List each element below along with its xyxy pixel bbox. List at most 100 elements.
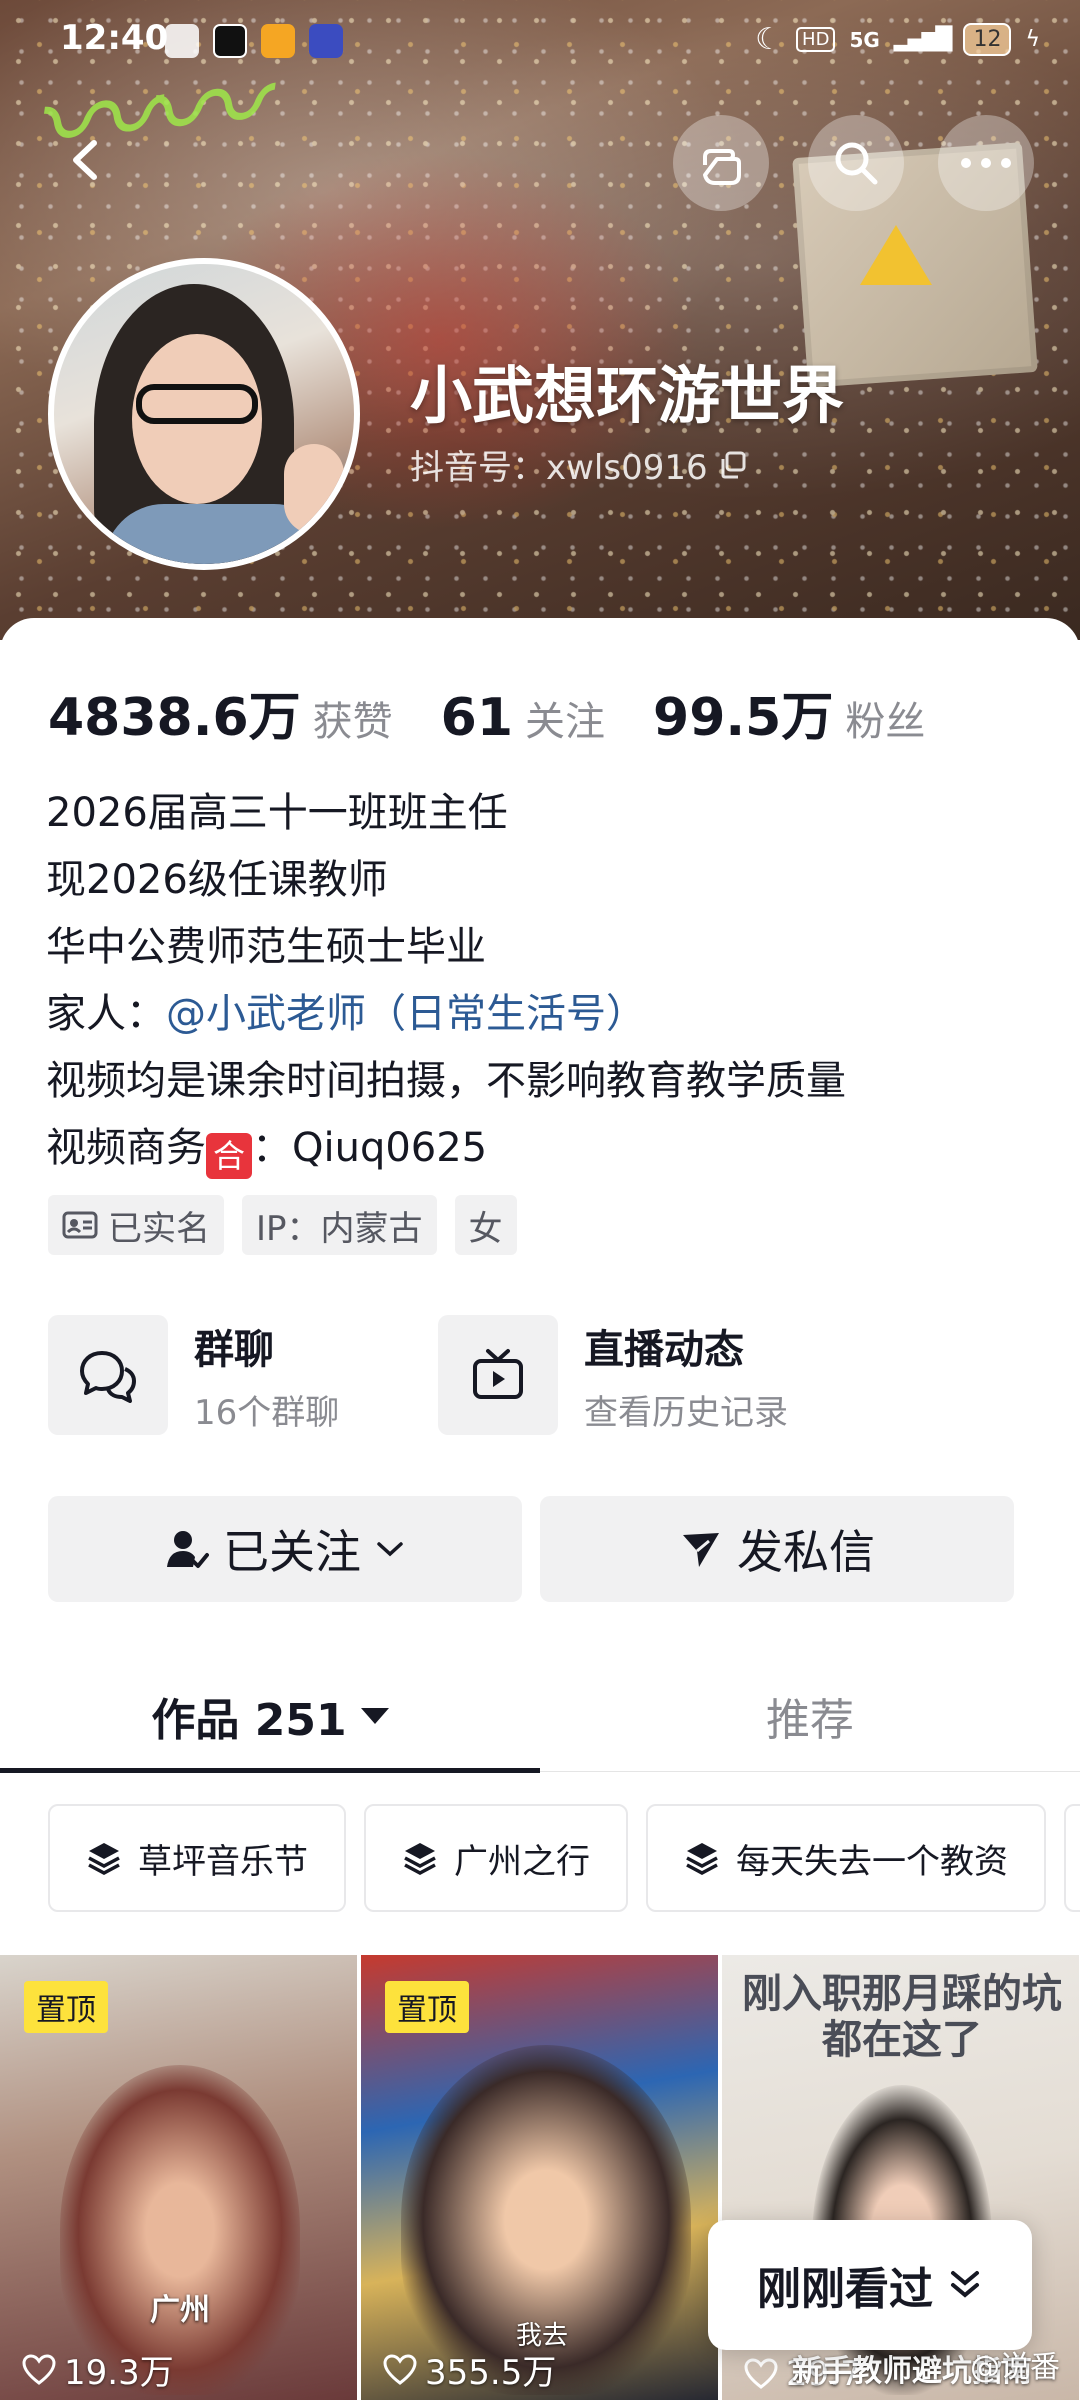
- status-bar: 12:40 ☾ HD 5G ▂▄▆█ 12 ϟ: [0, 0, 1080, 80]
- tag-gender: 女: [454, 1195, 517, 1255]
- more-button[interactable]: [938, 115, 1034, 211]
- card-title: 群聊: [194, 1326, 274, 1373]
- tab-works[interactable]: 作品 251: [0, 1660, 540, 1772]
- moon-icon: ☾: [755, 22, 783, 57]
- video-thumbnail[interactable]: 置顶 广州 19.3万: [0, 1955, 357, 2400]
- heart-icon: [22, 2353, 56, 2385]
- following-label[interactable]: 关注: [525, 689, 605, 747]
- bio: 2026届高三十一班班主任 现2026级任课教师 华中公费师范生硕士毕业 家人：…: [46, 780, 846, 1182]
- douyin-id[interactable]: 抖音号：xwls0916: [410, 440, 748, 489]
- he-badge-icon: 合: [206, 1133, 252, 1179]
- chat-bubble-icon: [80, 1351, 136, 1403]
- collection-label: 每天失去一个教资: [736, 1841, 1008, 1882]
- tag-ip: IP：内蒙古: [242, 1195, 437, 1255]
- tag-verified: 已实名: [48, 1195, 224, 1255]
- send-icon: [683, 1533, 719, 1567]
- layers-icon: [686, 1843, 718, 1875]
- recently-viewed-label: 刚刚看过: [757, 2264, 933, 2315]
- bio-mention-link[interactable]: @小武老师（日常生活号）: [166, 991, 646, 1037]
- gesture-button[interactable]: [673, 115, 769, 211]
- notification-icons: [165, 24, 343, 58]
- followers-label[interactable]: 粉丝: [845, 689, 925, 747]
- tab-recommend[interactable]: 推荐: [540, 1660, 1080, 1772]
- hand-pointer-icon: [703, 149, 741, 185]
- followers-count[interactable]: 99.5万: [653, 675, 833, 750]
- content-tabs: 作品 251 推荐: [0, 1660, 1080, 1773]
- avatar-glasses: [136, 384, 258, 424]
- likes-count: 4838.6万: [48, 688, 301, 748]
- live-history-card[interactable]: 直播动态 查看历史记录: [438, 1315, 828, 1435]
- pinned-badge: 置顶: [385, 1981, 469, 2033]
- battery-indicator: 12: [963, 23, 1012, 56]
- warning-sign-icon: [860, 225, 932, 285]
- id-card-icon: [62, 1211, 98, 1239]
- avatar-hand: [284, 444, 344, 534]
- tag-label: 女: [468, 1208, 503, 1249]
- bio-line: 家人：@小武老师（日常生活号）: [46, 981, 846, 1048]
- chevron-down-icon: [377, 1542, 403, 1557]
- wechat-icon: [165, 24, 199, 58]
- card-icon-box: [48, 1315, 168, 1435]
- heart-icon: [744, 2358, 778, 2389]
- likes-count-text: 355.5万: [425, 2353, 557, 2393]
- video-thumbnail[interactable]: 置顶 我去 355.5万: [361, 1955, 718, 2400]
- weibo-icon: [261, 24, 295, 58]
- douyin-id-text: 抖音号：xwls0916: [410, 448, 708, 488]
- recently-viewed-button[interactable]: 刚刚看过: [708, 2220, 1032, 2350]
- card-subtitle: 查看历史记录: [584, 1392, 788, 1433]
- collection-chip[interactable]: 草坪音乐节: [48, 1804, 346, 1912]
- bio-line: 视频均是课余时间拍摄，不影响教育教学质量: [46, 1058, 846, 1104]
- stats-row: 4838.6万 获赞 61 关注 99.5万 粉丝: [48, 675, 973, 750]
- avatar[interactable]: [48, 258, 360, 570]
- charging-icon: ϟ: [1025, 27, 1040, 52]
- signal-icon: ▂▄▆█: [893, 27, 953, 52]
- layers-icon: [404, 1843, 436, 1875]
- likes-label: 获赞: [312, 699, 393, 745]
- video-app-icon: [309, 24, 343, 58]
- card-subtitle: 16个群聊: [194, 1392, 340, 1433]
- watermark: @说番: [970, 2350, 1060, 2385]
- bio-business-label: 视频商务: [46, 1125, 206, 1171]
- followed-button[interactable]: 已关注: [48, 1496, 522, 1602]
- tag-label: IP：内蒙古: [256, 1208, 423, 1249]
- collections-row: 草坪音乐节 广州之行 每天失去一个教资: [48, 1804, 1080, 1912]
- profile-tags: 已实名 IP：内蒙古 女: [48, 1195, 517, 1255]
- message-label: 发私信: [737, 1525, 875, 1579]
- feature-cards: 群聊 16个群聊 直播动态 查看历史记录: [48, 1315, 828, 1435]
- tab-recommend-label: 推荐: [766, 1695, 854, 1746]
- video-likes: 355.5万: [383, 2345, 556, 2394]
- heart-icon: [383, 2353, 417, 2385]
- collection-chip[interactable]: 广州之行: [364, 1804, 628, 1912]
- collection-chip[interactable]: 每天失去一个教资: [646, 1804, 1046, 1912]
- following-count[interactable]: 61: [441, 688, 513, 748]
- collection-label: 草坪音乐节: [138, 1841, 308, 1882]
- search-button[interactable]: [808, 115, 904, 211]
- tag-label: 已实名: [108, 1208, 210, 1249]
- bio-line: 视频商务合：Qiuq0625: [46, 1115, 846, 1182]
- collection-chip-partial[interactable]: [1064, 1804, 1080, 1912]
- collection-label: 广州之行: [454, 1841, 590, 1882]
- user-check-icon: [167, 1531, 209, 1568]
- search-icon: [835, 142, 878, 185]
- card-text: 群聊 16个群聊: [194, 1317, 339, 1434]
- video-caption: 广州: [150, 2293, 210, 2328]
- video-likes: 19.3万: [22, 2345, 174, 2394]
- bio-family-label: 家人：: [46, 991, 166, 1037]
- layers-icon: [88, 1843, 120, 1875]
- card-icon-box: [438, 1315, 558, 1435]
- tiktok-icon: [213, 24, 247, 58]
- tab-works-label: 作品 251: [151, 1695, 347, 1746]
- double-chevron-down-icon: [951, 2271, 979, 2298]
- likes-count-text: 19.3万: [64, 2353, 174, 2393]
- bio-business-contact: ：Qiuq0625: [252, 1125, 488, 1171]
- back-button[interactable]: [62, 135, 112, 185]
- message-button[interactable]: 发私信: [540, 1496, 1014, 1602]
- group-chat-card[interactable]: 群聊 16个群聊: [48, 1315, 438, 1435]
- card-text: 直播动态 查看历史记录: [584, 1317, 788, 1434]
- tv-icon: [473, 1349, 523, 1399]
- bio-line: 2026届高三十一班班主任: [46, 790, 508, 836]
- hd-badge: HD: [796, 27, 836, 52]
- copy-icon[interactable]: [718, 450, 748, 480]
- chevron-left-icon: [73, 140, 97, 180]
- video-title-overlay: 刚入职那月踩的坑都在这了: [742, 1971, 1062, 2063]
